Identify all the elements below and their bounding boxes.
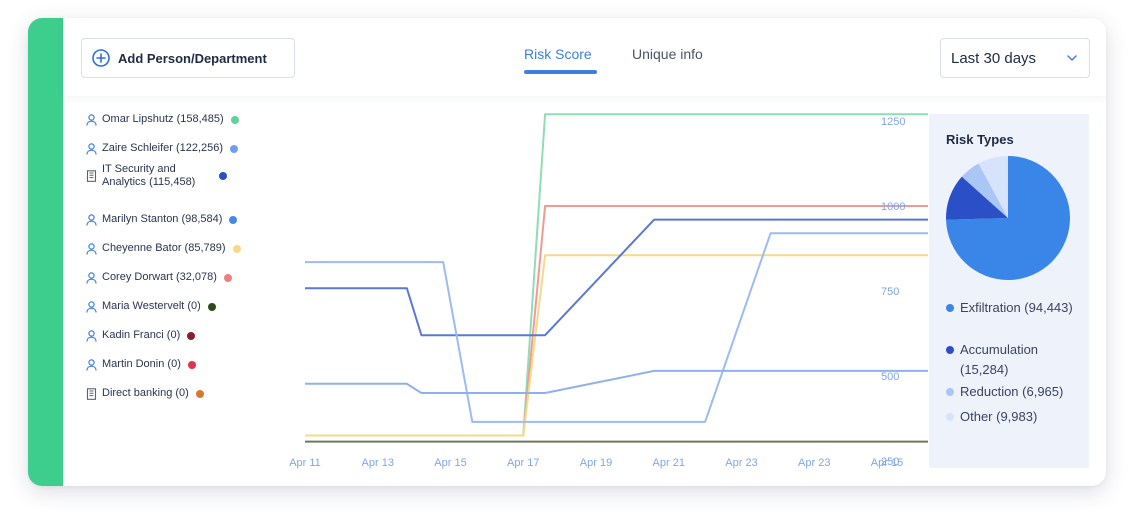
risk-type-label: Reduction (6,965) <box>960 384 1064 399</box>
chevron-down-icon <box>1067 55 1077 61</box>
y-tick-label: 1250 <box>881 116 905 128</box>
x-tick-label: Apr 23 <box>725 457 757 469</box>
y-axis-labels: 1250 1000 750 500 250 <box>881 116 905 468</box>
risk-type-color-dot <box>946 413 954 421</box>
risk-type-label: Accumulation (15,284) <box>960 342 1039 377</box>
date-range-value: Last 30 days <box>951 49 1037 67</box>
x-tick-label: Apr 15 <box>434 457 466 469</box>
risk-type-legend-item: Accumulation (15,284) <box>946 340 1086 380</box>
series-line-4 <box>305 232 928 423</box>
x-axis-labels: Apr 11 Apr 13 Apr 15 Apr 17 Apr 19 Apr 21 Apr … <box>289 457 903 469</box>
series-line-2 <box>305 254 928 437</box>
y-tick-label: 750 <box>881 286 899 298</box>
risk-type-legend-item: Reduction (6,965) <box>946 382 1086 402</box>
x-tick-label: Apr 13 <box>362 457 394 469</box>
risk-type-label: Exfiltration (94,443) <box>960 300 1073 315</box>
risk-types-panel: Risk Types Exfiltration (94,443) Accumula… <box>929 114 1089 468</box>
y-tick-label: 500 <box>881 371 899 383</box>
series-line-1 <box>305 205 928 437</box>
series-line-3 <box>305 218 928 337</box>
risk-score-line-chart: Apr 11 Apr 13 Apr 15 Apr 17 Apr 19 Apr 21 Apr … <box>289 113 928 469</box>
chart-lines <box>305 113 928 443</box>
risk-dashboard-card: Add Person/Department Risk Score Unique … <box>28 18 1106 486</box>
risk-type-color-dot <box>946 388 954 396</box>
y-tick-label: 1000 <box>881 201 905 213</box>
x-tick-label: Apr 19 <box>580 457 612 469</box>
risk-type-color-dot <box>946 304 954 312</box>
x-tick-label: Apr 23 <box>798 457 830 469</box>
x-tick-label: Apr 21 <box>653 457 685 469</box>
x-tick-label: Apr 17 <box>507 457 539 469</box>
date-range-select[interactable]: Last 30 days <box>940 38 1090 78</box>
y-tick-label: 250 <box>881 456 899 468</box>
series-line-5 <box>305 369 928 394</box>
risk-type-legend-item: Other (9,983) <box>946 407 1086 427</box>
series-line-0 <box>305 113 928 437</box>
risk-types-title: Risk Types <box>946 132 1014 147</box>
risk-type-label: Other (9,983) <box>960 409 1038 424</box>
risk-types-pie-chart <box>945 156 1070 280</box>
risk-type-legend-item: Exfiltration (94,443) <box>946 298 1086 318</box>
risk-type-color-dot <box>946 346 954 354</box>
x-tick-label: Apr 11 <box>289 457 321 469</box>
